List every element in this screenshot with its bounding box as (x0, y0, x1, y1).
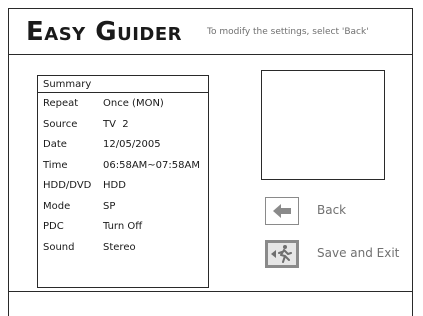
summary-value: TV 2 (103, 118, 129, 130)
summary-label: Sound (43, 241, 75, 253)
summary-value: Once (MON) (103, 98, 164, 109)
summary-row-source: Source TV 2 (43, 117, 208, 138)
summary-label: HDD/DVD (43, 180, 92, 191)
summary-label: Date (43, 139, 67, 150)
footer-divider (9, 291, 412, 292)
back-button-label[interactable]: Back (317, 203, 346, 217)
video-preview-box (261, 70, 385, 180)
back-button[interactable]: Back (265, 197, 423, 227)
summary-rows: Repeat Once (MON) Source TV 2 Date 12/05… (43, 96, 208, 260)
summary-value: 06:58AM~07:58AM (103, 159, 200, 171)
save-exit-icon-box[interactable] (265, 240, 299, 268)
summary-title: Summary (38, 76, 208, 93)
header-divider (9, 54, 412, 55)
left-arrow-icon (273, 204, 291, 218)
summary-value: 12/05/2005 (103, 139, 161, 150)
summary-row-sound: Sound Stereo (43, 240, 208, 261)
instruction-hint: To modify the settings, select 'Back' (207, 27, 369, 37)
summary-value: Turn Off (103, 221, 143, 232)
summary-row-time: Time 06:58AM~07:58AM (43, 158, 208, 179)
summary-row-pdc: PDC Turn Off (43, 219, 208, 240)
summary-label: Source (43, 118, 78, 130)
summary-panel: Summary Repeat Once (MON) Source TV 2 Da… (37, 75, 209, 288)
summary-row-mode: Mode SP (43, 199, 208, 220)
back-icon-box[interactable] (265, 197, 299, 225)
summary-value: Stereo (103, 241, 136, 253)
summary-value: SP (103, 200, 116, 212)
summary-row-date: Date 12/05/2005 (43, 137, 208, 158)
summary-label: Time (43, 159, 68, 171)
summary-label: PDC (43, 221, 64, 232)
summary-label: Mode (43, 200, 71, 212)
save-and-exit-button[interactable]: Save and Exit (265, 240, 423, 270)
summary-row-hdd-dvd: HDD/DVD HDD (43, 178, 208, 199)
header: Easy Guider To modify the settings, sele… (9, 9, 414, 55)
summary-label: Repeat (43, 98, 79, 109)
easy-guider-window: Easy Guider To modify the settings, sele… (8, 8, 413, 316)
save-and-exit-label[interactable]: Save and Exit (317, 246, 399, 260)
exit-running-figure-icon (271, 245, 292, 263)
summary-row-repeat: Repeat Once (MON) (43, 96, 208, 117)
page-title: Easy Guider (26, 17, 182, 47)
summary-value: HDD (103, 180, 126, 191)
